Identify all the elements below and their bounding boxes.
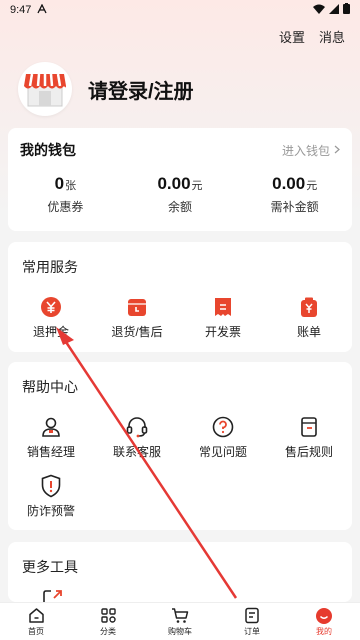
messages-link[interactable]: 消息 <box>319 27 345 46</box>
tab-category-label: 分类 <box>100 626 116 636</box>
balance-stat[interactable]: 0.00元 余额 <box>123 174 238 215</box>
payable-unit: 元 <box>306 180 318 192</box>
coupon-count: 0 <box>54 174 65 193</box>
avatar[interactable] <box>18 62 72 116</box>
shield-alert-icon <box>39 474 63 498</box>
tab-home-label: 首页 <box>28 626 44 636</box>
enter-wallet-label: 进入钱包 <box>281 143 330 158</box>
category-icon <box>100 607 117 625</box>
wallet-title: 我的钱包 <box>20 142 76 158</box>
tab-mine[interactable]: 我的 <box>288 603 360 640</box>
contact-support-button[interactable]: 联系客服 <box>94 415 180 460</box>
help-center-card: 帮助中心 销售经理 联系客服 常见问题 售后规则 防诈预警 <box>8 362 352 530</box>
order-icon <box>244 607 260 625</box>
aftersale-rules-label: 售后规则 <box>284 445 333 459</box>
tab-orders-label: 订单 <box>244 626 260 636</box>
more-tools-title: 更多工具 <box>22 559 78 575</box>
notification-a-icon <box>37 3 48 17</box>
aftersale-rules-button[interactable]: 售后规则 <box>266 415 352 460</box>
home-icon <box>28 607 45 625</box>
tab-cart[interactable]: 购物车 <box>144 603 216 640</box>
deposit-refund-button[interactable]: 退押金 <box>8 295 94 340</box>
return-aftersale-label: 退货/售后 <box>111 325 163 339</box>
return-aftersale-button[interactable]: 退货/售后 <box>94 295 180 340</box>
chevron-right-icon <box>334 143 340 157</box>
sales-manager-label: 销售经理 <box>26 445 75 459</box>
status-bar: 9:47 <box>0 0 360 20</box>
sales-manager-button[interactable]: 销售经理 <box>8 415 94 460</box>
signal-icon <box>329 3 339 17</box>
tab-mine-label: 我的 <box>316 626 332 636</box>
bill-label: 账单 <box>296 325 321 339</box>
tab-orders[interactable]: 订单 <box>216 603 288 640</box>
invoice-button[interactable]: 开发票 <box>180 295 266 340</box>
faq-button[interactable]: 常见问题 <box>180 415 266 460</box>
wifi-icon <box>313 4 325 17</box>
services-title: 常用服务 <box>22 259 78 275</box>
deposit-refund-label: 退押金 <box>32 325 69 339</box>
wallet-card: 我的钱包 进入钱包 0张 优惠券 0.00元 余额 0.00元 需补金额 <box>8 128 352 231</box>
login-register-link[interactable]: 请登录/注册 <box>88 75 194 104</box>
services-card: 常用服务 退押金 退货/售后 开发票 账单 <box>8 242 352 352</box>
bill-icon <box>297 295 321 319</box>
profile-header[interactable]: 请登录/注册 <box>18 62 194 116</box>
balance-value: 0.00 <box>157 174 191 193</box>
document-icon <box>297 415 321 439</box>
store-avatar-icon <box>22 64 68 115</box>
payable-label: 需补金额 <box>270 200 319 214</box>
headset-icon <box>125 415 149 439</box>
coupon-label: 优惠券 <box>47 200 84 214</box>
payable-value: 0.00 <box>272 174 306 193</box>
top-actions: 设置 消息 <box>279 27 345 46</box>
faq-label: 常见问题 <box>198 445 247 459</box>
balance-unit: 元 <box>191 180 203 192</box>
invoice-icon <box>211 295 235 319</box>
anti-fraud-alert-button[interactable]: 防诈预警 <box>8 474 94 519</box>
profile-icon <box>315 607 333 625</box>
battery-icon <box>343 3 350 17</box>
person-icon <box>39 415 63 439</box>
invoice-label: 开发票 <box>204 325 241 339</box>
more-tools-card: 更多工具 <box>8 542 352 602</box>
coupon-stat[interactable]: 0张 优惠券 <box>8 174 123 215</box>
cart-icon <box>171 607 189 625</box>
bill-button[interactable]: 账单 <box>266 295 352 340</box>
return-icon <box>125 295 149 319</box>
contact-support-label: 联系客服 <box>112 445 161 459</box>
help-center-title: 帮助中心 <box>22 379 78 395</box>
question-icon <box>211 415 235 439</box>
coupon-unit: 张 <box>65 180 77 192</box>
bottom-tab-bar: 首页 分类 购物车 订单 我的 <box>0 602 360 640</box>
tab-category[interactable]: 分类 <box>72 603 144 640</box>
settings-link[interactable]: 设置 <box>279 27 305 46</box>
enter-wallet-link[interactable]: 进入钱包 <box>282 142 340 159</box>
anti-fraud-alert-label: 防诈预警 <box>26 504 75 518</box>
payable-stat[interactable]: 0.00元 需补金额 <box>237 174 352 215</box>
tab-cart-label: 购物车 <box>168 626 192 636</box>
status-time: 9:47 <box>10 4 32 16</box>
tab-home[interactable]: 首页 <box>0 603 72 640</box>
balance-label: 余额 <box>168 200 193 214</box>
deposit-refund-icon <box>39 295 63 319</box>
